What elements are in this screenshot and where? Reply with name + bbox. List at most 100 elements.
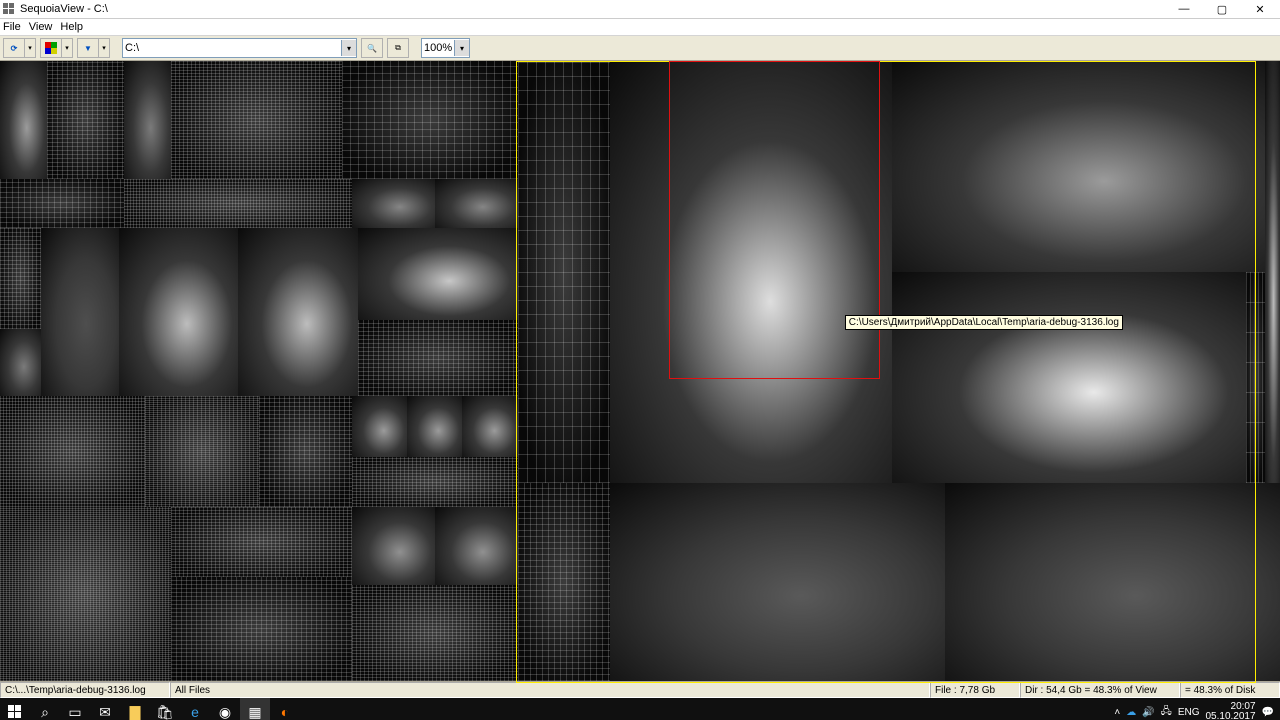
taskbar-taskview[interactable]: ▭ — [60, 698, 90, 720]
treemap-cell[interactable] — [352, 179, 435, 229]
zoom-input[interactable] — [422, 40, 454, 56]
treemap-cell[interactable] — [407, 396, 462, 457]
titlebar: SequoiaView - C:\ — ▢ ✕ — [0, 0, 1280, 19]
treemap-cell[interactable] — [238, 228, 357, 395]
treemap-cell[interactable] — [892, 61, 1265, 272]
treemap-cell[interactable] — [259, 396, 352, 508]
copy-button[interactable]: ⧉ — [387, 38, 409, 58]
treemap-cell[interactable] — [892, 272, 1247, 483]
statusbar: C:\...\Temp\aria-debug-3136.log All File… — [0, 681, 1280, 698]
treemap-cell[interactable] — [171, 61, 342, 179]
treemap[interactable] — [0, 61, 1280, 681]
search-icon: 🔍 — [367, 44, 377, 53]
treemap-cell[interactable] — [358, 228, 519, 320]
treemap-cell[interactable] — [462, 396, 518, 457]
treemap-cell[interactable] — [435, 179, 518, 229]
treemap-cell[interactable] — [171, 577, 352, 681]
start-button[interactable] — [0, 698, 30, 720]
window-title: SequoiaView - C:\ — [20, 3, 1172, 15]
zoom-combo[interactable]: ▾ — [421, 38, 470, 58]
rescan-button[interactable]: ⟳ ▾ — [3, 38, 36, 58]
app-icon: ▦ — [248, 704, 261, 720]
treemap-cell[interactable] — [352, 585, 518, 680]
taskbar-search[interactable]: ⌕ — [30, 698, 60, 720]
treemap-cell[interactable] — [119, 228, 238, 395]
taskbar-explorer[interactable]: ▇ — [120, 698, 150, 720]
treemap-cell[interactable] — [435, 507, 518, 585]
treemap-cell[interactable] — [0, 396, 145, 508]
taskbar-app[interactable]: ◐ — [270, 698, 300, 720]
treemap-cell[interactable] — [0, 179, 124, 229]
minimize-button[interactable]: — — [1172, 3, 1196, 16]
status-path: C:\...\Temp\aria-debug-3136.log — [0, 682, 170, 698]
treemap-cell[interactable] — [0, 61, 47, 179]
treemap-cell[interactable] — [1265, 61, 1280, 483]
close-button[interactable]: ✕ — [1248, 3, 1272, 16]
treemap-cell[interactable] — [352, 457, 518, 507]
taskbar-chrome[interactable]: ◉ — [210, 698, 240, 720]
treemap-cell[interactable] — [171, 507, 352, 576]
treemap-cell[interactable] — [47, 61, 125, 179]
path-input[interactable] — [123, 40, 341, 56]
menu-view[interactable]: View — [29, 21, 53, 33]
treemap-cell[interactable] — [352, 396, 407, 457]
tray-clock[interactable]: 20:07 05.10.2017 — [1205, 702, 1255, 720]
treemap-cell[interactable] — [518, 61, 609, 483]
treemap-cell[interactable] — [124, 61, 171, 179]
treemap-cell[interactable] — [610, 61, 892, 483]
menu-help[interactable]: Help — [60, 21, 83, 33]
treemap-viewport[interactable]: C:\Users\Дмитрий\AppData\Local\Temp\aria… — [0, 61, 1280, 681]
path-combo[interactable]: ▾ — [122, 38, 357, 58]
taskbar-mail[interactable]: ✉ — [90, 698, 120, 720]
treemap-cell[interactable] — [358, 320, 519, 395]
menubar: File View Help — [0, 19, 1280, 36]
tray-date: 05.10.2017 — [1205, 712, 1255, 720]
filter-button[interactable]: ▼ ▾ — [77, 38, 110, 58]
treemap-cell[interactable] — [352, 507, 435, 585]
maximize-button[interactable]: ▢ — [1210, 3, 1234, 16]
filter-icon: ▼ — [84, 44, 92, 53]
store-icon: 🛍 — [156, 704, 174, 720]
menu-file[interactable]: File — [3, 21, 21, 33]
search-icon: ⌕ — [41, 704, 49, 720]
copy-icon: ⧉ — [395, 43, 401, 53]
chevron-down-icon[interactable]: ▾ — [341, 40, 356, 56]
refresh-icon: ⟳ — [11, 44, 18, 53]
status-file: File : 7,78 Gb — [930, 682, 1020, 698]
tray-chevron-icon[interactable]: ˄ — [1114, 707, 1120, 718]
status-filter: All Files — [170, 682, 930, 698]
tray-notifications-icon[interactable]: 💬 — [1262, 707, 1274, 718]
hover-tooltip: C:\Users\Дмитрий\AppData\Local\Temp\aria… — [845, 315, 1123, 330]
palette-icon — [45, 42, 57, 54]
status-disk: = 48.3% of Disk — [1180, 682, 1280, 698]
taskbar-sequoia[interactable]: ▦ — [240, 698, 270, 720]
treemap-cell[interactable] — [41, 228, 119, 395]
treemap-cell[interactable] — [0, 507, 171, 681]
treemap-cell[interactable] — [610, 483, 945, 681]
edge-icon: e — [191, 704, 199, 720]
tray-network-icon[interactable]: 🖧 — [1161, 704, 1172, 720]
find-button[interactable]: 🔍 — [361, 38, 383, 58]
treemap-cell[interactable] — [0, 329, 41, 396]
treemap-cell[interactable] — [342, 61, 518, 179]
color-button[interactable]: ▾ — [40, 38, 73, 58]
treemap-cell[interactable] — [0, 228, 41, 328]
taskbar-store[interactable]: 🛍 — [150, 698, 180, 720]
tray-cloud-icon[interactable]: ☁ — [1126, 707, 1136, 718]
tray-language[interactable]: ENG — [1178, 707, 1200, 718]
treemap-cell[interactable] — [145, 396, 259, 508]
folder-icon: ▇ — [130, 704, 141, 720]
chrome-icon: ◉ — [219, 704, 231, 720]
treemap-cell[interactable] — [1246, 272, 1265, 483]
treemap-cell[interactable] — [518, 483, 609, 681]
tray-volume-icon[interactable]: 🔊 — [1142, 707, 1154, 718]
windows-icon — [8, 705, 22, 719]
generic-app-icon: ◐ — [281, 704, 289, 720]
taskbar-edge[interactable]: e — [180, 698, 210, 720]
mail-icon: ✉ — [99, 704, 111, 720]
taskview-icon: ▭ — [68, 704, 81, 720]
treemap-cell[interactable] — [124, 179, 352, 229]
chevron-down-icon[interactable]: ▾ — [454, 40, 469, 56]
taskbar: ⌕ ▭ ✉ ▇ 🛍 e ◉ ▦ ◐ ˄ ☁ 🔊 🖧 ENG 20:07 05.1… — [0, 698, 1280, 720]
treemap-cell[interactable] — [945, 483, 1280, 681]
